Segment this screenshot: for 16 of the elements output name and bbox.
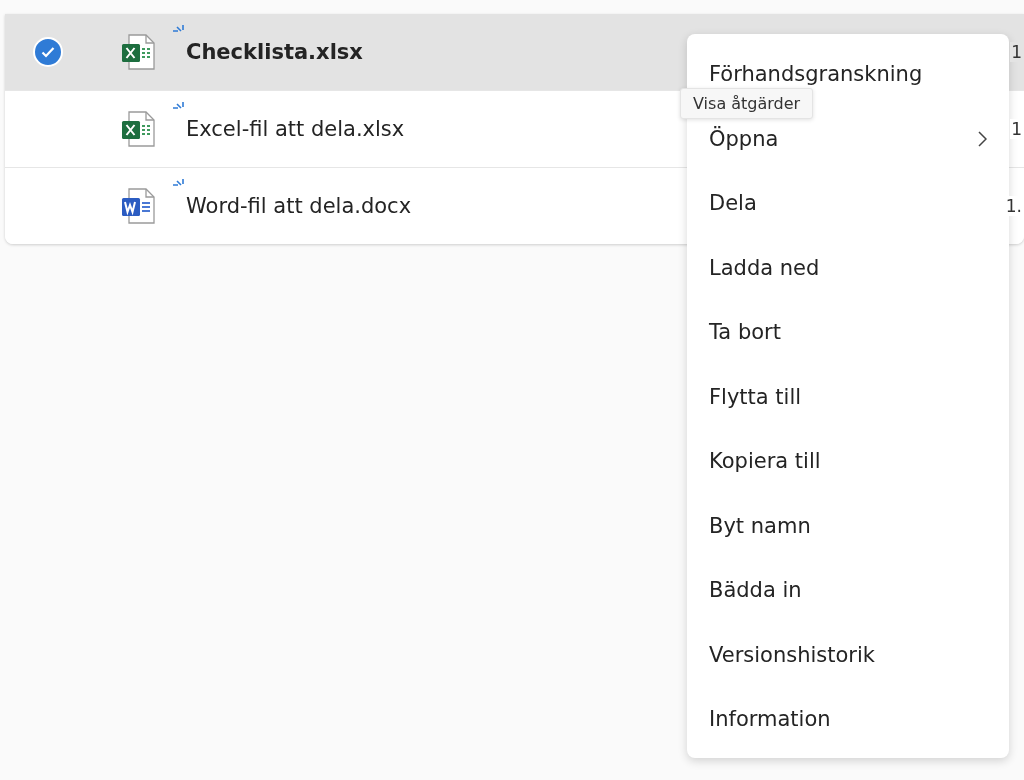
menu-item[interactable]: Versionshistorik [687,622,1009,687]
menu-item[interactable]: Kopiera till [687,429,1009,494]
menu-item[interactable]: Byt namn [687,493,1009,558]
word-document-icon [121,188,155,224]
menu-item[interactable]: Flytta till [687,364,1009,429]
chevron-right-icon [978,130,987,147]
file-name[interactable]: Checklista.xlsx [186,40,363,64]
spreadsheet-icon [121,111,155,147]
file-name[interactable]: Word-fil att dela.docx [186,194,412,218]
menu-item[interactable]: Bädda in [687,558,1009,623]
spreadsheet-icon [121,34,155,70]
selected-check-icon[interactable] [33,37,63,67]
menu-item[interactable]: Information [687,687,1009,752]
file-name[interactable]: Excel-fil att dela.xlsx [186,117,405,141]
menu-item[interactable]: Ta bort [687,300,1009,365]
tooltip: Visa åtgärder [680,88,814,119]
